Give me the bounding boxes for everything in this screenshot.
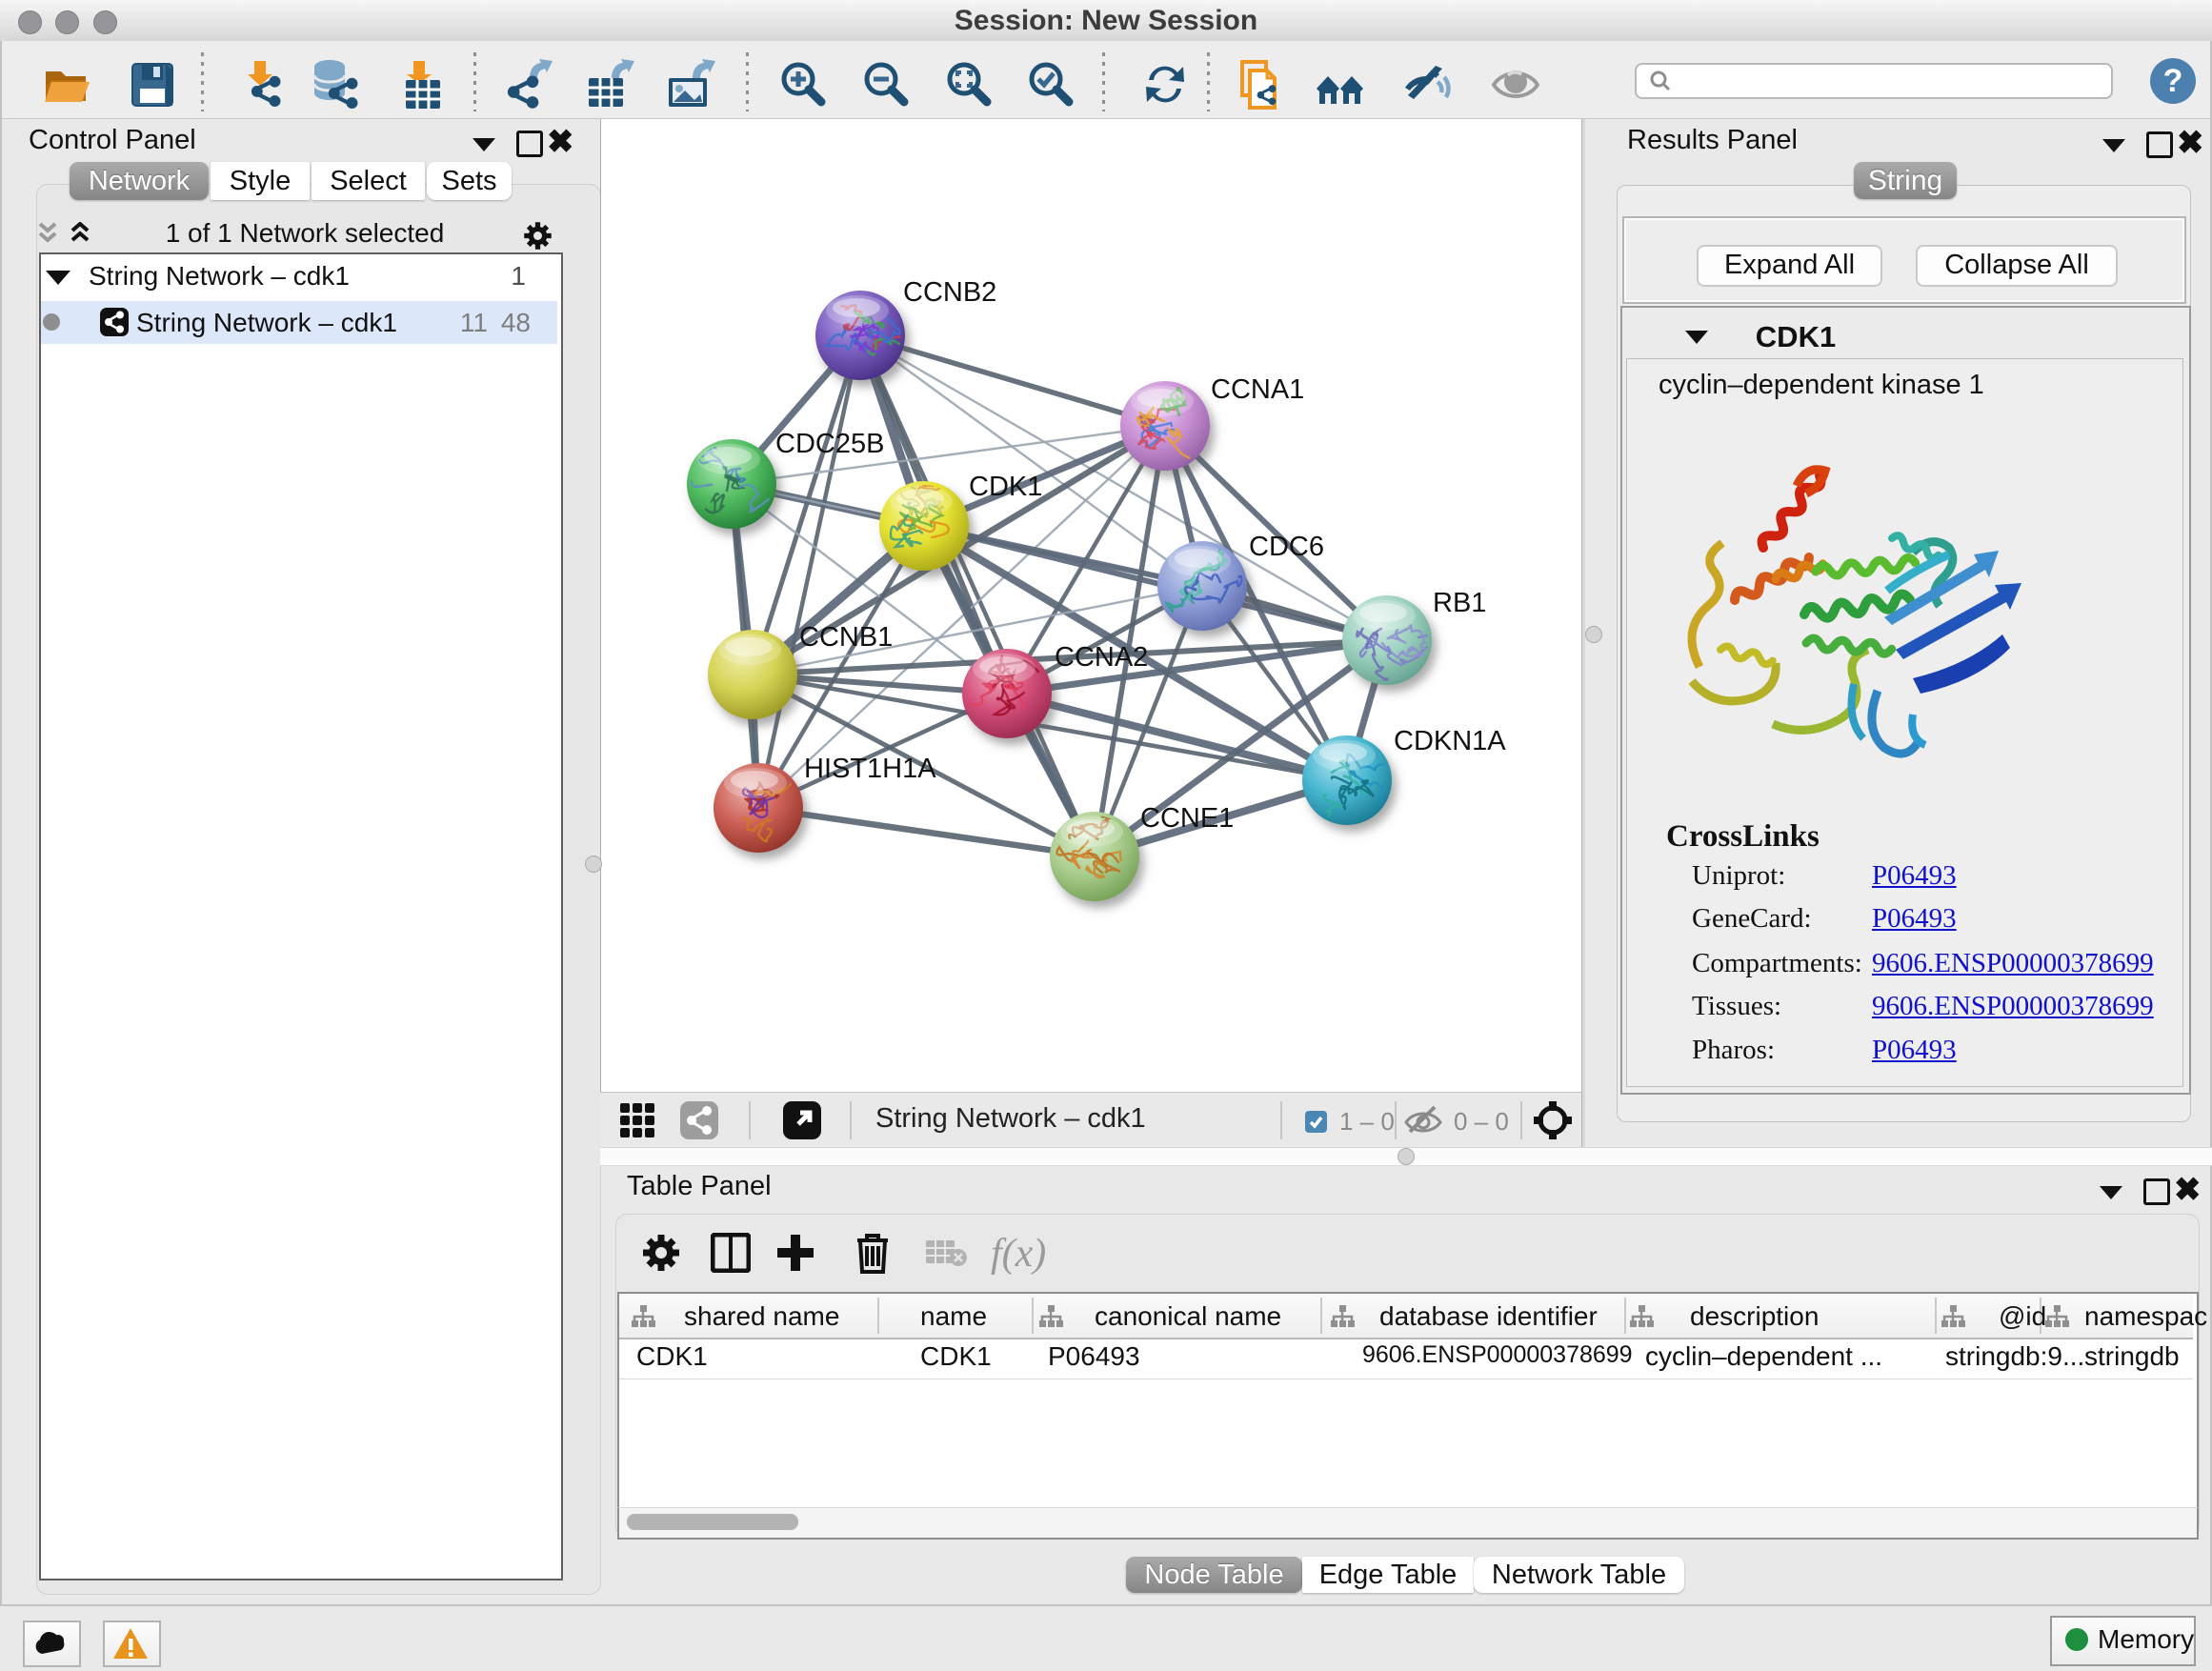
svg-text:CCNA1: CCNA1 bbox=[1211, 374, 1304, 405]
svg-text:CCNB1: CCNB1 bbox=[799, 622, 893, 653]
svg-text:HIST1H1A: HIST1H1A bbox=[804, 754, 936, 784]
svg-text:CDKN1A: CDKN1A bbox=[1394, 726, 1506, 756]
svg-text:CDC6: CDC6 bbox=[1249, 532, 1324, 562]
svg-text:CCNB2: CCNB2 bbox=[903, 277, 996, 308]
svg-text:CCNA2: CCNA2 bbox=[1055, 642, 1148, 673]
svg-text:CDC25B: CDC25B bbox=[775, 429, 884, 459]
svg-text:RB1: RB1 bbox=[1433, 588, 1486, 618]
svg-text:CCNE1: CCNE1 bbox=[1140, 803, 1234, 834]
svg-text:CDK1: CDK1 bbox=[969, 472, 1042, 502]
